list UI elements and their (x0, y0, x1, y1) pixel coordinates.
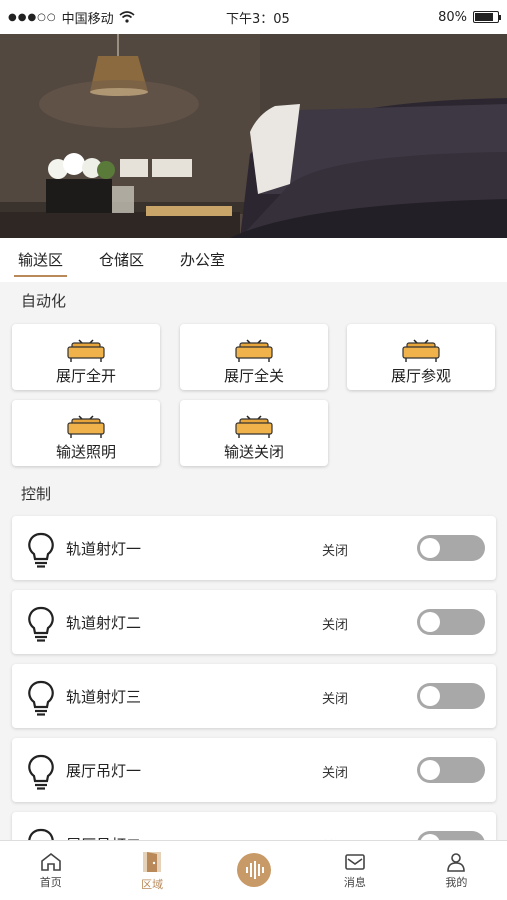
lightbulb-icon (28, 532, 54, 568)
scene-button-hall-all-off[interactable]: 展厅全关 (180, 324, 328, 390)
nav-label: 区域 (141, 877, 164, 891)
scene-button-conveyor-off[interactable]: 输送关闭 (180, 400, 328, 466)
scene-label: 展厅参观 (390, 367, 451, 385)
power-toggle[interactable] (417, 683, 485, 709)
battery-percent: 80% (438, 9, 467, 25)
signal-icon: ●●●○○ (8, 11, 57, 23)
nav-label: 首页 (39, 875, 62, 889)
lightbulb-icon (28, 680, 54, 716)
power-toggle[interactable] (417, 535, 485, 561)
nav-voice[interactable] (203, 841, 304, 900)
nav-messages[interactable]: 消息 (304, 841, 405, 900)
sofa-icon (67, 339, 105, 362)
lightbulb-icon (28, 754, 54, 790)
automation-section-title: 自动化 (21, 292, 67, 310)
battery-icon (473, 11, 501, 23)
clock-label: 下午3：05 (226, 11, 290, 27)
carrier-label: 中国移动 (61, 11, 114, 27)
sofa-icon (67, 415, 105, 438)
mail-icon (345, 853, 365, 870)
sofa-icon (402, 339, 440, 362)
nav-area[interactable]: 区域 (101, 841, 202, 900)
home-icon (40, 852, 61, 871)
sofa-icon (235, 415, 273, 438)
scene-label: 输送关闭 (223, 443, 284, 461)
scene-label: 展厅全关 (223, 367, 284, 385)
nav-mine[interactable]: 我的 (406, 841, 507, 900)
control-section-title: 控制 (21, 485, 52, 503)
control-name: 轨道射灯三 (66, 688, 142, 706)
control-row-track-light-3: 轨道射灯三 关闭 (12, 664, 496, 728)
wifi-icon (119, 11, 135, 23)
scene-label: 展厅全开 (55, 367, 116, 385)
power-toggle[interactable] (417, 757, 485, 783)
control-status: 关闭 (322, 544, 349, 559)
user-icon (447, 852, 466, 872)
sofa-icon (235, 339, 273, 362)
power-toggle[interactable] (417, 609, 485, 635)
control-row-hall-pendant-1: 展厅吊灯一 关闭 (12, 738, 496, 802)
control-status: 关闭 (322, 766, 349, 781)
tab-office[interactable]: 办公室 (174, 238, 231, 282)
control-status: 关闭 (322, 692, 349, 707)
scene-button-hall-visit[interactable]: 展厅参观 (347, 324, 495, 390)
tab-conveyor-area[interactable]: 输送区 (12, 238, 69, 282)
control-name: 轨道射灯二 (66, 614, 142, 632)
scene-label: 输送照明 (55, 443, 116, 461)
hero-image (0, 34, 507, 238)
tab-storage-area[interactable]: 仓储区 (93, 238, 150, 282)
door-icon (143, 851, 162, 872)
voice-icon (236, 852, 271, 887)
lightbulb-icon (28, 606, 54, 642)
scene-button-hall-all-on[interactable]: 展厅全开 (12, 324, 160, 390)
nav-label: 消息 (343, 875, 366, 889)
scene-button-conveyor-lighting[interactable]: 输送照明 (12, 400, 160, 466)
control-row-track-light-2: 轨道射灯二 关闭 (12, 590, 496, 654)
control-name: 展厅吊灯一 (66, 762, 142, 780)
bottom-tab-bar: 首页 区域 消息 我的 (0, 840, 507, 900)
nav-home[interactable]: 首页 (0, 841, 101, 900)
control-status: 关闭 (322, 618, 349, 633)
nav-label: 我的 (445, 875, 468, 889)
control-name: 轨道射灯一 (66, 540, 142, 558)
status-bar: ●●●○○ 中国移动 下午3：05 80% (0, 0, 507, 34)
region-tabs: 输送区 仓储区 办公室 (0, 238, 507, 282)
control-row-track-light-1: 轨道射灯一 关闭 (12, 516, 496, 580)
